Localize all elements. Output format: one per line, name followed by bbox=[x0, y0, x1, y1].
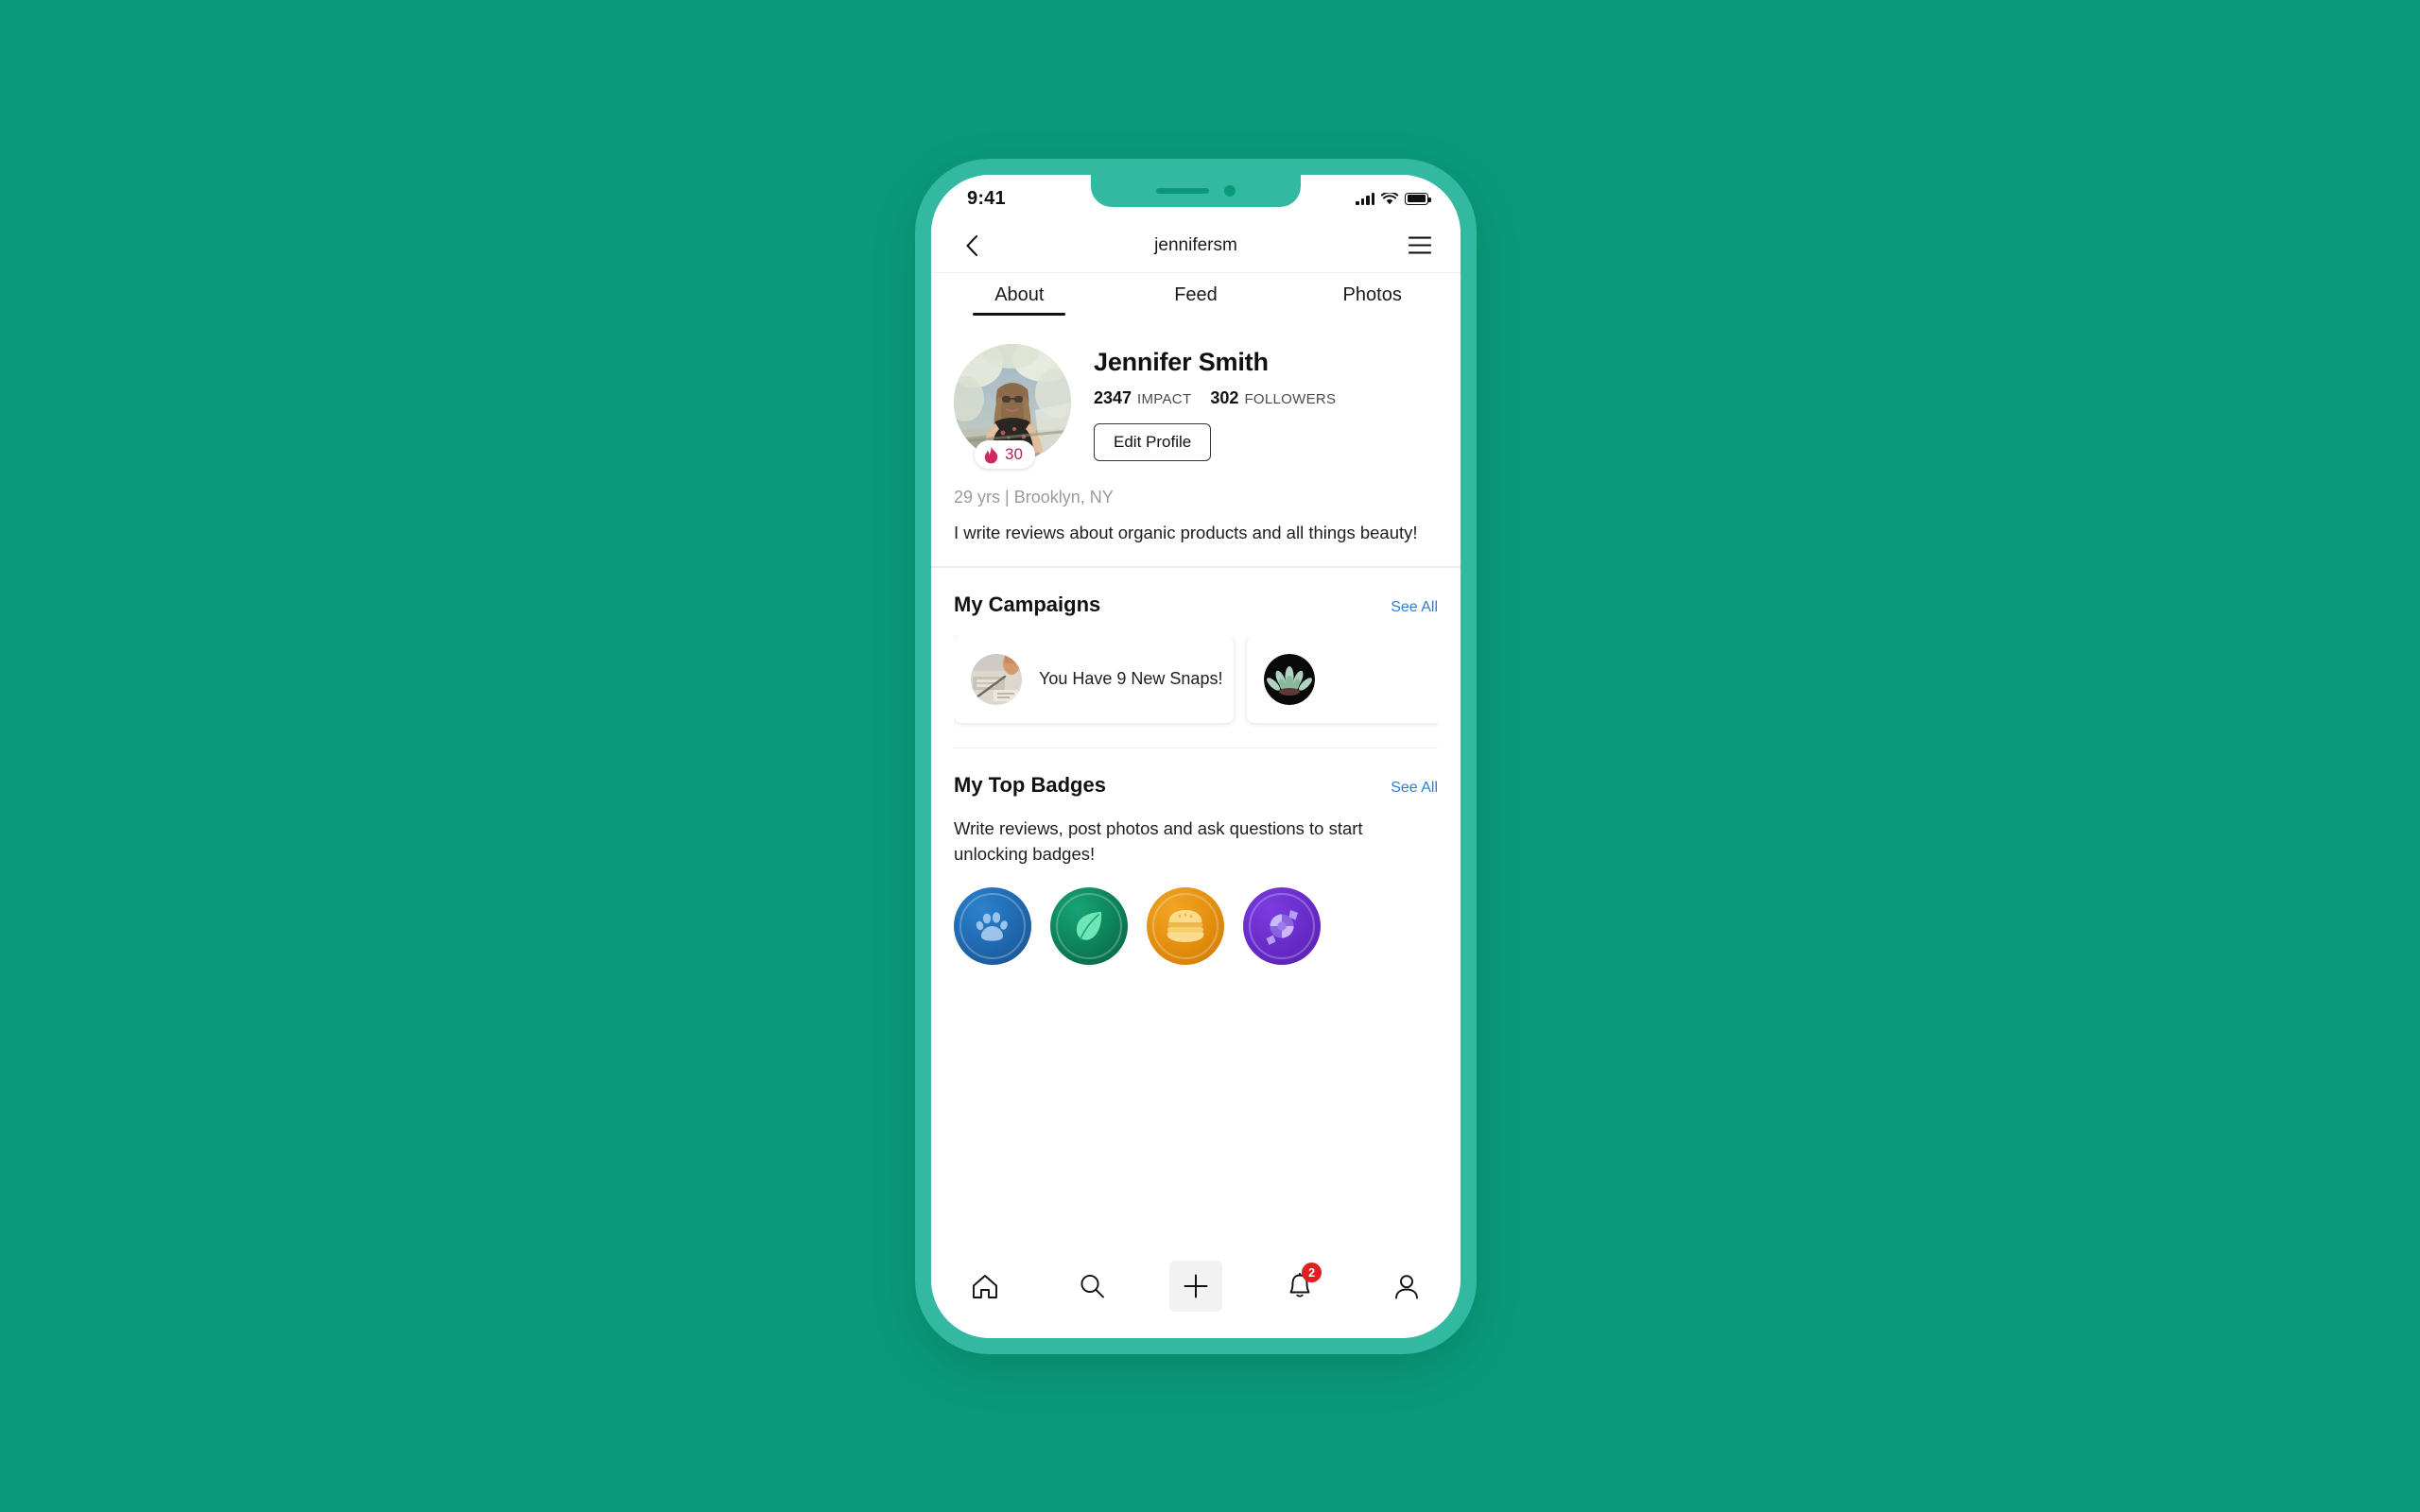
profile-content: 30 Jennifer Smith 2347 IMPACT 302 FOLLOW… bbox=[931, 316, 1461, 1266]
notification-count-badge: 2 bbox=[1302, 1263, 1322, 1282]
stat-followers-value: 302 bbox=[1210, 388, 1239, 407]
stat-impact-value: 2347 bbox=[1094, 388, 1132, 407]
campaign-card[interactable] bbox=[1247, 635, 1438, 723]
search-icon bbox=[1080, 1274, 1104, 1298]
back-button[interactable] bbox=[954, 228, 990, 264]
campaigns-title: My Campaigns bbox=[954, 592, 1101, 616]
page-title: jennifersm bbox=[1154, 234, 1237, 255]
paw-icon bbox=[976, 912, 1008, 941]
tabbar-item-notifications[interactable]: 2 bbox=[1270, 1261, 1329, 1312]
burger-icon bbox=[1167, 909, 1204, 942]
home-icon bbox=[972, 1274, 997, 1298]
leaf-badge[interactable] bbox=[1050, 886, 1128, 965]
edit-profile-button[interactable]: Edit Profile bbox=[1094, 423, 1212, 461]
tab-feed[interactable]: Feed bbox=[1108, 284, 1285, 316]
chevron-left-icon bbox=[966, 234, 977, 256]
flame-icon bbox=[984, 446, 998, 463]
leaf-icon bbox=[1076, 911, 1102, 940]
campaigns-section: My Campaigns See All You Have 9 New Snap… bbox=[931, 568, 1461, 747]
tab-feed-label: Feed bbox=[1174, 284, 1218, 305]
candy-badge[interactable] bbox=[1243, 886, 1321, 965]
badges-title: My Top Badges bbox=[954, 773, 1106, 798]
stat-impact[interactable]: 2347 IMPACT bbox=[1094, 388, 1191, 408]
tabbar-item-profile[interactable] bbox=[1377, 1261, 1436, 1312]
phone-frame: 9:41 jennifersm About Feed Photos 30 Jen… bbox=[915, 159, 1477, 1354]
stat-impact-label: IMPACT bbox=[1137, 391, 1192, 407]
paw-badge[interactable] bbox=[954, 886, 1031, 965]
status-icons bbox=[1356, 192, 1431, 205]
phone-screen: 9:41 jennifersm About Feed Photos 30 Jen… bbox=[931, 175, 1461, 1338]
person-icon bbox=[1395, 1274, 1419, 1298]
badges-carousel[interactable] bbox=[954, 886, 1438, 965]
notch-speaker bbox=[1156, 188, 1209, 194]
streak-badge: 30 bbox=[975, 440, 1035, 469]
signal-bars-icon bbox=[1356, 192, 1374, 205]
stat-followers-label: FOLLOWERS bbox=[1244, 391, 1337, 407]
campaign-title: You Have 9 New Snaps! bbox=[1039, 669, 1223, 689]
badges-section: My Top Badges See All Write reviews, pos… bbox=[931, 748, 1461, 965]
stat-followers[interactable]: 302 FOLLOWERS bbox=[1210, 388, 1336, 408]
streak-count: 30 bbox=[1005, 445, 1023, 463]
profile-bio: I write reviews about organic products a… bbox=[954, 523, 1418, 542]
campaign-card[interactable]: You Have 9 New Snaps! bbox=[954, 635, 1234, 723]
battery-icon bbox=[1405, 192, 1431, 205]
wifi-icon bbox=[1381, 192, 1398, 204]
profile-info: Jennifer Smith 2347 IMPACT 302 FOLLOWERS bbox=[1094, 344, 1438, 461]
campaigns-carousel[interactable]: You Have 9 New Snaps! bbox=[954, 635, 1438, 747]
campaign-thumbnail bbox=[971, 653, 1022, 705]
campaigns-see-all[interactable]: See All bbox=[1391, 599, 1438, 616]
notch-camera bbox=[1224, 185, 1236, 197]
burger-badge[interactable] bbox=[1147, 886, 1224, 965]
profile-name: Jennifer Smith bbox=[1094, 348, 1269, 376]
bottom-tab-bar: 2 bbox=[931, 1247, 1461, 1338]
avatar-wrapper: 30 bbox=[954, 344, 1071, 469]
tabbar-item-search[interactable] bbox=[1063, 1261, 1121, 1312]
profile-header-section: 30 Jennifer Smith 2347 IMPACT 302 FOLLOW… bbox=[931, 316, 1461, 566]
plus-icon bbox=[1184, 1274, 1208, 1298]
nav-bar: jennifersm bbox=[931, 218, 1461, 273]
candy-icon bbox=[1266, 909, 1298, 945]
badges-see-all[interactable]: See All bbox=[1391, 780, 1438, 797]
profile-tabs: About Feed Photos bbox=[931, 273, 1461, 316]
status-time: 9:41 bbox=[967, 187, 1006, 209]
profile-stats: 2347 IMPACT 302 FOLLOWERS bbox=[1094, 388, 1438, 408]
tab-about-label: About bbox=[994, 284, 1045, 305]
tab-photos[interactable]: Photos bbox=[1284, 284, 1461, 316]
hamburger-menu-icon bbox=[1409, 236, 1431, 254]
tab-about[interactable]: About bbox=[931, 284, 1108, 316]
menu-button[interactable] bbox=[1402, 228, 1438, 264]
tab-photos-label: Photos bbox=[1342, 284, 1402, 305]
campaign-thumbnail bbox=[1264, 653, 1315, 705]
tabbar-item-create[interactable] bbox=[1168, 1261, 1222, 1312]
badges-description: Write reviews, post photos and ask quest… bbox=[954, 818, 1363, 864]
phone-notch bbox=[1091, 175, 1301, 207]
profile-meta: 29 yrs | Brooklyn, NY bbox=[954, 488, 1114, 507]
tabbar-item-home[interactable] bbox=[956, 1261, 1014, 1312]
